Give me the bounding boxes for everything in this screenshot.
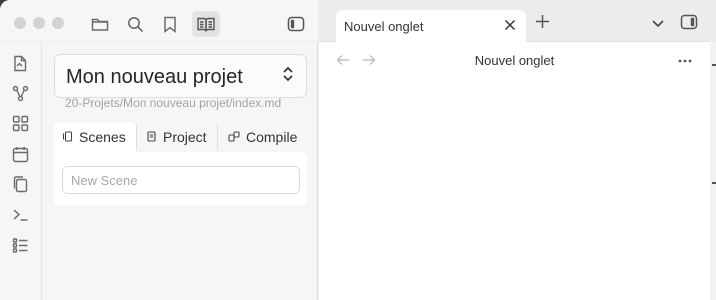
title-bar [0,0,318,42]
editor-content: Nouvel onglet [319,42,710,300]
project-title: Mon nouveau projet [66,66,243,88]
scenes-panel [54,152,307,206]
more-options-icon[interactable] [678,50,692,68]
tab-scenes[interactable]: Scenes [54,122,136,152]
new-scene-input[interactable] [62,166,300,194]
document-icon [146,129,157,145]
view-title: Nouvel onglet [474,53,555,68]
canvas-icon[interactable] [11,114,29,132]
folder-icon[interactable] [88,12,112,36]
sidebar-tabs: Scenes Project Compile [54,122,307,152]
app-window: Mon nouveau projet 20-Projets/Mon nouvea… [0,0,716,300]
document-tab-label: Nouvel onglet [344,19,424,34]
document-tab[interactable]: Nouvel onglet [336,10,526,43]
window-edge [710,0,716,42]
scenes-icon [62,129,73,145]
tab-separator [217,124,218,150]
tab-project[interactable]: Project [138,122,216,152]
close-icon[interactable] [502,17,518,38]
calendar-icon[interactable] [11,145,29,163]
tab-project-label: Project [163,129,207,145]
edge-marker [712,64,716,66]
right-sidebar-icon[interactable] [680,14,698,35]
chevron-down-icon[interactable] [651,16,665,34]
chevron-up-down-icon [282,65,294,88]
tab-separator [136,124,137,150]
project-path: 20-Projets/Mon nouveau projet/index.md [65,96,282,110]
window-edge [710,42,716,300]
compile-icon [228,129,240,145]
reading-icon[interactable] [192,11,220,37]
project-sidebar: Mon nouveau projet 20-Projets/Mon nouvea… [42,42,318,300]
sidebar-toggle-icon[interactable] [284,12,308,36]
minimize-window-button[interactable] [33,17,45,29]
open-file-icon[interactable] [11,54,29,72]
outline-icon[interactable] [11,236,29,254]
copy-icon[interactable] [11,175,29,193]
new-tab-icon[interactable] [535,14,550,34]
tab-compile-label: Compile [246,129,298,145]
maximize-window-button[interactable] [52,17,64,29]
project-selector[interactable]: Mon nouveau projet [54,54,307,98]
tab-scenes-label: Scenes [79,129,126,145]
edge-marker [712,182,716,184]
graph-icon[interactable] [11,84,29,102]
bookmark-icon[interactable] [158,12,182,36]
left-ribbon [0,42,42,300]
tab-bar: Nouvel onglet [318,0,716,43]
close-window-button[interactable] [14,17,26,29]
tab-compile[interactable]: Compile [220,122,307,152]
terminal-icon[interactable] [11,205,29,223]
search-icon[interactable] [123,12,147,36]
